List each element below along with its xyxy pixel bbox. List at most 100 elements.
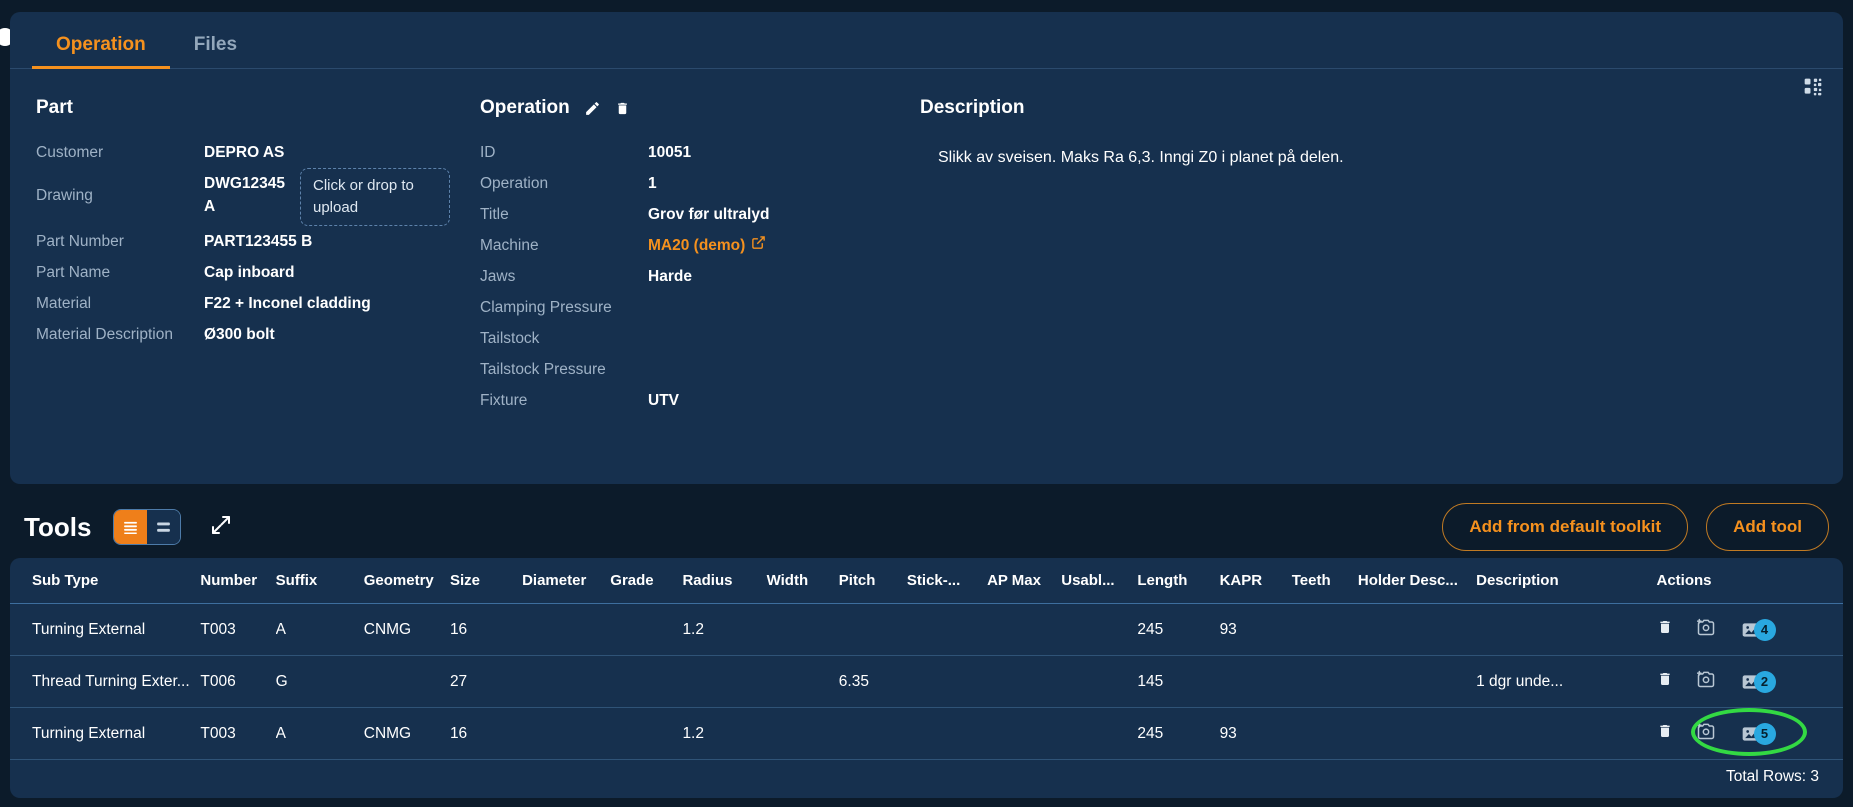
cell-holder-desc — [1357, 707, 1477, 760]
cell-holder-desc — [1357, 603, 1477, 656]
cell-description — [1476, 603, 1657, 656]
expand-arrows-icon[interactable] — [209, 513, 233, 542]
machine-link-label: MA20 (demo) — [648, 237, 746, 254]
add-from-default-toolkit-button[interactable]: Add from default toolkit — [1442, 503, 1689, 551]
col-grade[interactable]: Grade — [610, 558, 683, 604]
col-kapr[interactable]: KAPR — [1219, 558, 1292, 604]
cell-description — [1476, 707, 1657, 760]
col-geometry[interactable]: Geometry — [363, 558, 450, 604]
operation-field-id-value: 10051 — [648, 144, 692, 161]
total-rows-label: Total Rows: 3 — [1725, 768, 1819, 785]
col-stick[interactable]: Stick-... — [906, 558, 988, 604]
add-photo-icon[interactable] — [1695, 669, 1717, 694]
trash-icon[interactable] — [1657, 722, 1673, 745]
col-pitch[interactable]: Pitch — [838, 558, 907, 604]
operation-field-fixture-label: Fixture — [480, 392, 528, 409]
operation-field-fixture: Fixture UTV — [480, 385, 900, 416]
add-photo-icon[interactable] — [1695, 721, 1717, 746]
tools-table: Sub Type Number Suffix Geometry Size Dia… — [10, 558, 1843, 760]
operation-field-operation: Operation 1 — [480, 168, 900, 199]
col-usable[interactable]: Usabl... — [1061, 558, 1138, 604]
col-width[interactable]: Width — [766, 558, 839, 604]
col-length[interactable]: Length — [1137, 558, 1220, 604]
image-gallery-icon[interactable]: 4 — [1739, 618, 1776, 641]
col-actions: Actions — [1656, 558, 1843, 604]
tab-operation[interactable]: Operation — [32, 34, 170, 69]
operation-field-tailstock-label: Tailstock — [480, 330, 540, 347]
col-suffix[interactable]: Suffix — [275, 558, 364, 604]
cell-usable — [1061, 603, 1138, 656]
operation-field-operation-value: 1 — [648, 175, 657, 192]
col-radius[interactable]: Radius — [682, 558, 767, 604]
cell-stick — [906, 603, 988, 656]
tools-toolbar: Tools Add from default toolkit Add tool — [0, 496, 1853, 558]
operation-card: Operation Files Part Customer DEPRO AS D… — [10, 12, 1843, 484]
add-tool-button[interactable]: Add tool — [1706, 503, 1829, 551]
tools-view-toggle — [113, 509, 182, 545]
trash-icon[interactable] — [615, 100, 630, 117]
cell-kapr: 93 — [1219, 603, 1292, 656]
cell-radius: 1.2 — [682, 707, 767, 760]
cell-pitch — [838, 603, 907, 656]
cell-size: 27 — [449, 655, 523, 708]
cell-number: T003 — [200, 603, 276, 656]
list-comfortable-icon[interactable] — [147, 510, 181, 544]
tools-table-head: Sub Type Number Suffix Geometry Size Dia… — [10, 558, 1843, 604]
operation-field-jaws-label: Jaws — [480, 268, 516, 285]
operation-field-machine-label: Machine — [480, 237, 539, 254]
table-row[interactable]: Turning External T003 A CNMG 16 1.2 245 … — [10, 603, 1843, 656]
operation-section: Operation ID 10051 Operation 1 Title Gro… — [480, 97, 900, 416]
tab-operation-label: Operation — [56, 34, 146, 55]
add-photo-icon[interactable] — [1695, 617, 1717, 642]
table-row[interactable]: Thread Turning Exter... T006 G 27 6.35 1… — [10, 655, 1843, 708]
col-size[interactable]: Size — [449, 558, 523, 604]
cell-suffix: A — [275, 707, 364, 760]
description-section: Description Slikk av sveisen. Maks Ra 6,… — [900, 97, 1817, 416]
machine-link[interactable]: MA20 (demo) — [648, 230, 766, 261]
table-row[interactable]: Turning External T003 A CNMG 16 1.2 245 … — [10, 707, 1843, 760]
col-number[interactable]: Number — [200, 558, 276, 604]
part-field-part-number: Part Number PART123455 B — [36, 226, 480, 257]
operation-field-jaws: Jaws Harde — [480, 261, 900, 292]
drawing-upload-dropzone[interactable]: Click or drop to upload — [300, 168, 450, 226]
pencil-icon[interactable] — [584, 100, 601, 117]
cell-grade — [610, 707, 683, 760]
part-field-material: Material F22 + Inconel cladding — [36, 288, 480, 319]
image-gallery-icon[interactable]: 5 — [1739, 722, 1776, 745]
col-holder-desc[interactable]: Holder Desc... — [1357, 558, 1477, 604]
cell-stick — [906, 655, 988, 708]
part-field-material-description-label: Material Description — [36, 326, 173, 343]
part-field-customer-label: Customer — [36, 144, 104, 161]
col-teeth[interactable]: Teeth — [1291, 558, 1358, 604]
cell-width — [766, 655, 839, 708]
tab-files[interactable]: Files — [170, 34, 261, 68]
tools-table-card: Sub Type Number Suffix Geometry Size Dia… — [10, 558, 1843, 798]
image-gallery-icon[interactable]: 2 — [1739, 670, 1776, 693]
tools-table-header-row: Sub Type Number Suffix Geometry Size Dia… — [10, 558, 1843, 604]
cell-pitch — [838, 707, 907, 760]
col-sub-type[interactable]: Sub Type — [10, 558, 201, 604]
cell-sub-type: Turning External — [10, 603, 201, 656]
tab-files-label: Files — [193, 34, 238, 55]
trash-icon[interactable] — [1657, 618, 1673, 641]
app-root: Operation Files Part Customer DEPRO AS D… — [0, 0, 1853, 807]
operation-field-id: ID 10051 — [480, 137, 900, 168]
part-field-customer: Customer DEPRO AS — [36, 137, 480, 168]
col-ap-max[interactable]: AP Max — [987, 558, 1062, 604]
trash-icon[interactable] — [1657, 670, 1673, 693]
part-field-drawing-value: DWG12345 A — [204, 175, 285, 215]
col-diameter[interactable]: Diameter — [522, 558, 611, 604]
cell-sub-type: Turning External — [10, 707, 201, 760]
list-compact-icon[interactable] — [114, 510, 148, 544]
cell-pitch: 6.35 — [838, 655, 907, 708]
col-description[interactable]: Description — [1476, 558, 1657, 604]
part-field-part-name-label: Part Name — [36, 264, 111, 281]
cell-radius: 1.2 — [682, 603, 767, 656]
cell-stick — [906, 707, 988, 760]
external-link-icon — [751, 230, 766, 261]
image-count-badge: 2 — [1753, 670, 1776, 693]
grid-view-icon[interactable] — [1803, 77, 1823, 102]
cell-radius — [682, 655, 767, 708]
cell-number: T006 — [200, 655, 276, 708]
operation-field-operation-label: Operation — [480, 175, 549, 192]
